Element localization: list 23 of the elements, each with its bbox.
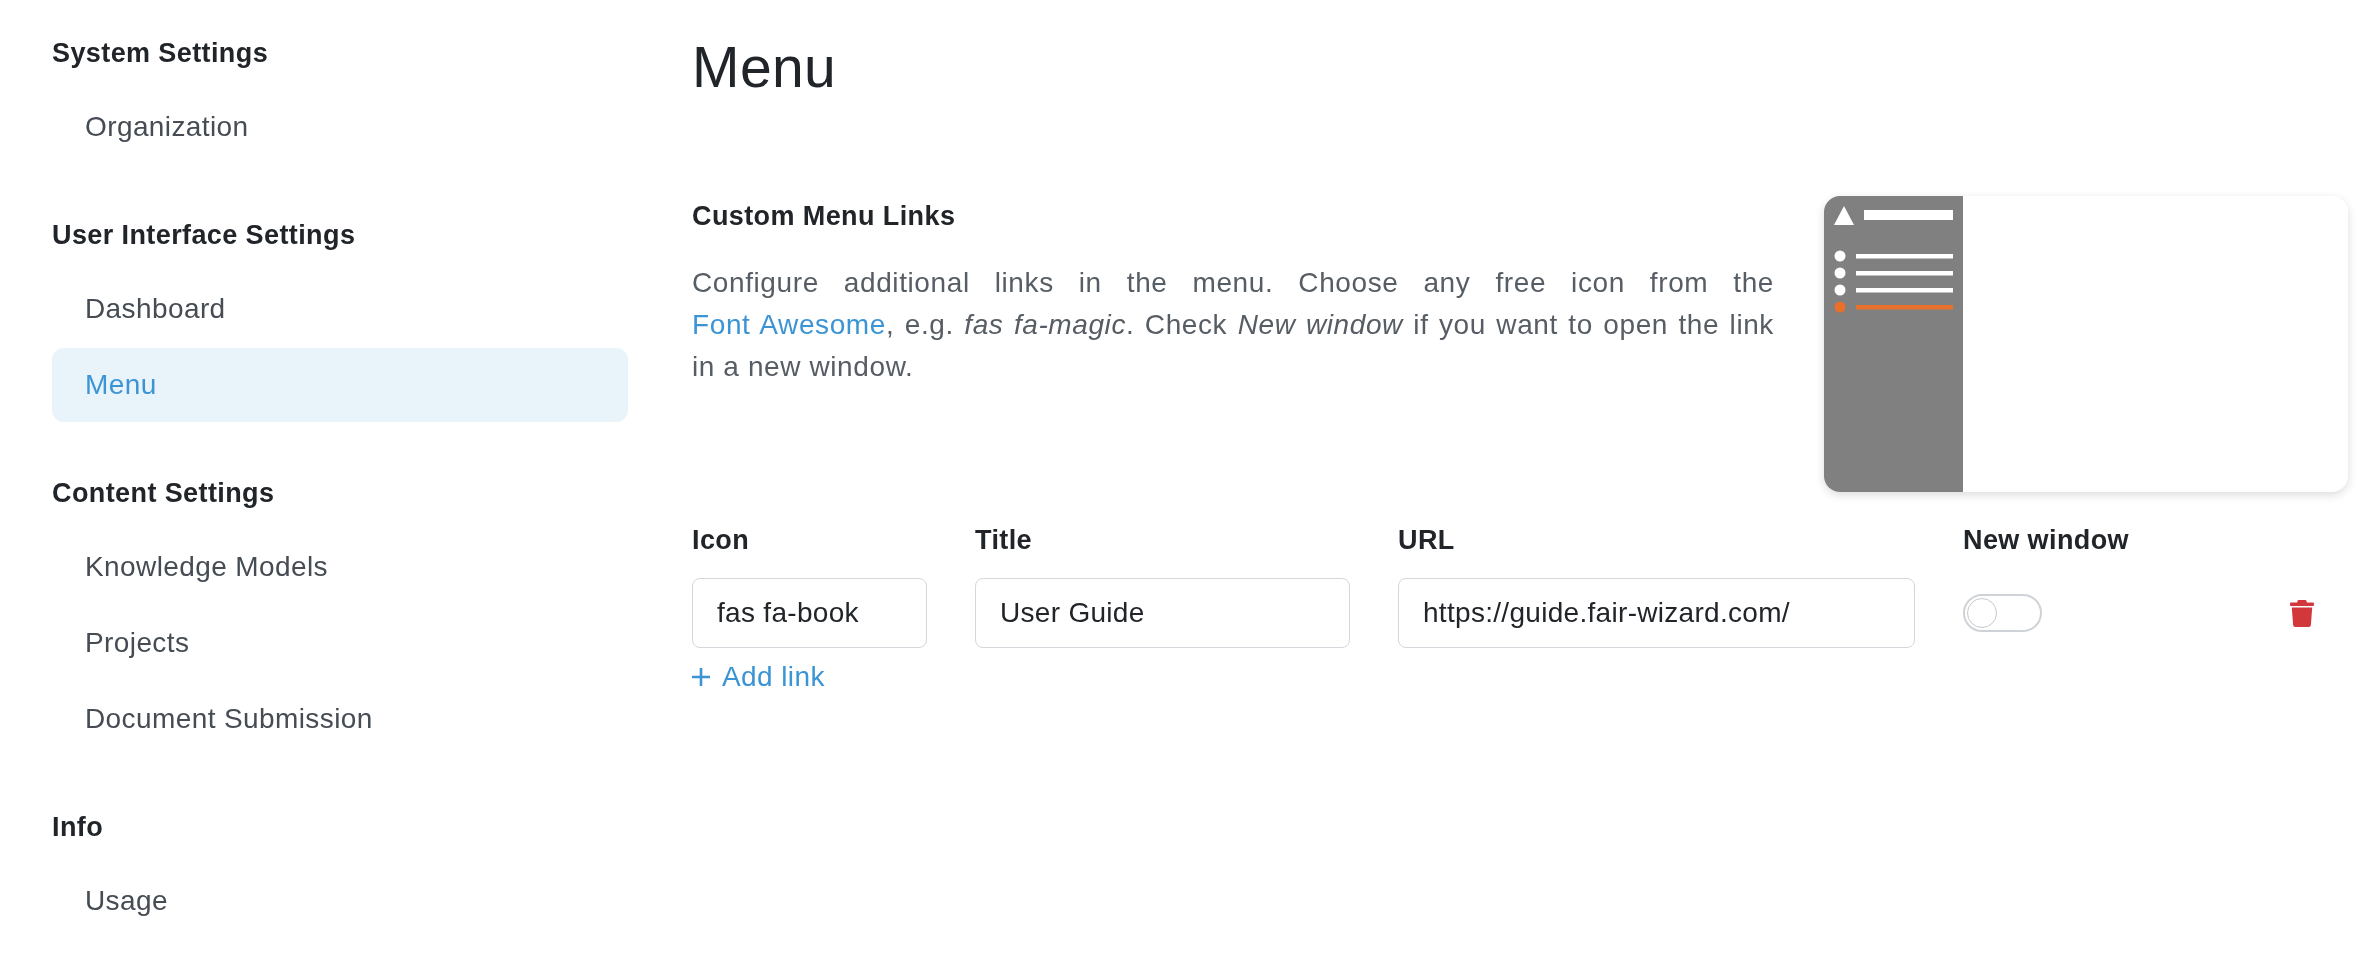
sidebar-item[interactable]: Organization xyxy=(52,90,628,164)
column-label: Icon xyxy=(692,524,751,557)
sidebar-heading: Info xyxy=(52,811,105,844)
column-label: Title xyxy=(975,524,1033,557)
icon-input[interactable]: fas fa-book xyxy=(692,578,927,648)
sidebar-item[interactable]: Projects xyxy=(52,606,628,680)
column-label: New window xyxy=(1963,524,2130,557)
column-label: URL xyxy=(1398,524,1456,557)
section-title: Custom Menu Links xyxy=(692,200,957,233)
sidebar-item[interactable]: Document Submission xyxy=(52,682,628,756)
plus-icon xyxy=(692,668,710,686)
description-text: Configure additional links in the menu. Choose any free icon from the Font Awesome, e.g. fas fa-magic. Check New window if you want to open the link in a new window. xyxy=(692,266,1774,384)
sidebar-item[interactable]: Knowledge Models xyxy=(52,530,628,604)
sidebar-heading: User Interface Settings xyxy=(52,219,357,252)
url-input[interactable]: https://guide.fair-wizard.com/ xyxy=(1398,578,1915,648)
sidebar-item[interactable]: Dashboard xyxy=(52,272,628,346)
sidebar-item[interactable]: Usage xyxy=(52,864,628,938)
sidebar-heading: System Settings xyxy=(52,37,270,70)
page-title: Menu xyxy=(692,35,838,99)
title-input[interactable]: User Guide xyxy=(975,578,1350,648)
trash-icon[interactable] xyxy=(2290,599,2314,627)
sidebar-heading: Content Settings xyxy=(52,477,276,510)
toggle-switch[interactable] xyxy=(1963,594,2042,632)
